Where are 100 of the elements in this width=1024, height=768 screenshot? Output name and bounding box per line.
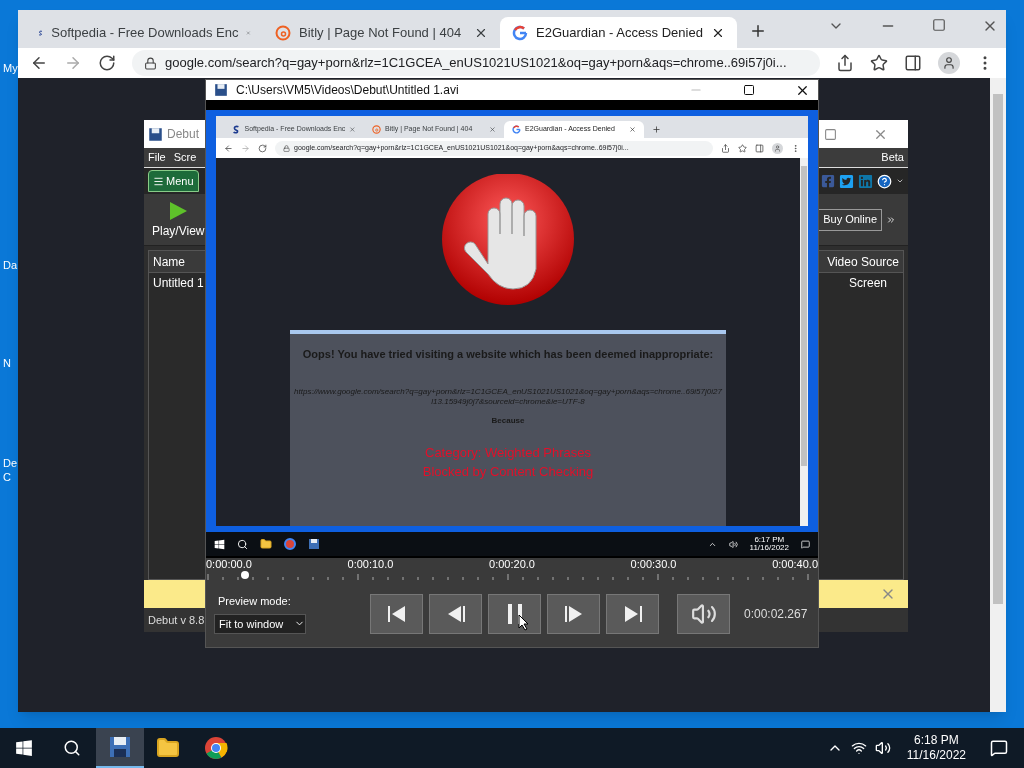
share-icon[interactable] — [721, 143, 730, 153]
playback-button[interactable] — [606, 593, 659, 634]
table-cell-text: Screen — [847, 275, 888, 292]
clock-time: 6:17 PM — [754, 536, 785, 544]
profile-avatar[interactable] — [772, 142, 783, 154]
scrollbar[interactable] — [990, 78, 1006, 712]
bitly-logo-icon — [275, 24, 291, 41]
hamburger-icon — [153, 175, 164, 187]
volume-icon[interactable] — [728, 539, 738, 549]
url-text: google.com/search?q=gay+porn&rlz=1C1GCEA_enUS1021US1021&oq=gay+porn&aqs=chrome..69i57j0i... — [165, 54, 787, 73]
folder-icon[interactable] — [260, 538, 272, 550]
menu-button[interactable]: Menu — [148, 170, 199, 192]
clock-date: 11/16/2022 — [749, 544, 789, 552]
column-header[interactable]: Video Source — [823, 251, 903, 272]
mouse-pointer-icon — [518, 613, 529, 631]
skip-to-start-icon — [386, 604, 407, 623]
because-label: Because — [491, 414, 525, 427]
bitly-logo-icon — [372, 125, 381, 134]
volume-icon[interactable] — [874, 740, 891, 756]
desktop-icon-label[interactable]: Da — [3, 257, 18, 274]
playback-button[interactable] — [370, 593, 423, 634]
desktop-icon-label[interactable]: N — [3, 355, 11, 372]
new-tab-icon[interactable] — [749, 22, 767, 40]
person-icon — [774, 144, 781, 152]
step-forward-icon — [563, 604, 584, 623]
blocked-message: Oops! You have tried visiting a website which has been deemed inappropriate: — [302, 347, 714, 362]
preview-mode-label: Preview mode: — [218, 594, 292, 610]
side-panel-icon[interactable] — [904, 54, 922, 72]
windows-logo-icon — [15, 739, 33, 757]
side-panel-icon[interactable] — [755, 143, 764, 153]
playback-button[interactable] — [429, 593, 482, 634]
twitter-icon[interactable] — [839, 173, 854, 189]
menu-item[interactable]: File — [148, 149, 166, 166]
notification-icon[interactable] — [990, 739, 1008, 757]
desktop-icon-label[interactable]: De — [3, 455, 18, 472]
volume-button[interactable] — [677, 593, 730, 634]
time-label: 0:00:40.0 — [772, 558, 818, 570]
folder-icon — [156, 736, 180, 760]
softpedia-logo-icon — [232, 125, 241, 134]
scrollbar[interactable] — [800, 158, 808, 526]
tab-title: Bitly | Page Not Found | 404 — [299, 23, 463, 42]
table-cell-text: Untitled 1 — [152, 275, 205, 292]
scroll-thumb[interactable] — [993, 94, 1003, 604]
overflow-icon[interactable] — [886, 214, 896, 225]
browser-tab[interactable]: Bitly | Page Not Found | 404 — [263, 17, 500, 48]
time-label: 0:00:10.0 — [347, 558, 394, 570]
time-label: 0:00:30.0 — [630, 558, 677, 570]
scroll-thumb[interactable] — [801, 166, 807, 466]
google-logo-icon — [512, 125, 521, 134]
new-tab-icon[interactable] — [652, 125, 661, 134]
browser-tab[interactable]: E2Guardian - Access Denied — [500, 17, 737, 48]
desktop-icon-label[interactable]: C — [3, 469, 11, 486]
address-bar[interactable]: google.com/search?q=gay+porn&rlz=1C1GCEA_enUS1021US1021&oq=gay+porn&aqs=chrome..69i57j0i... — [132, 50, 820, 76]
block-reason: Category: Weighted Phrases — [425, 443, 591, 462]
playback-button[interactable] — [547, 593, 600, 634]
block-reason: Blocked by Content Checking — [422, 463, 594, 481]
google-logo-icon — [512, 24, 528, 41]
network-icon[interactable] — [850, 740, 867, 756]
back-icon[interactable] — [30, 54, 48, 72]
share-icon[interactable] — [836, 54, 854, 72]
windows-start-icon[interactable] — [214, 538, 225, 550]
person-icon — [942, 56, 956, 70]
maximize-icon[interactable] — [743, 84, 755, 96]
beta-label: Beta — [881, 150, 904, 166]
help-icon[interactable] — [877, 173, 892, 189]
window-title: Debut — [167, 126, 200, 143]
profile-avatar[interactable] — [938, 52, 960, 74]
browser-tab[interactable]: Softpedia - Free Downloads Enc — [26, 17, 263, 48]
bookmark-star-icon[interactable] — [870, 54, 888, 72]
back-icon[interactable] — [224, 143, 233, 153]
time-label: 0:00:00.0 — [206, 558, 252, 570]
clock-time[interactable]: 6:18 PM — [914, 733, 959, 748]
tab-title: E2Guardian - Access Denied — [536, 23, 703, 42]
tab-title: Softpedia - Free Downloads Enc — [51, 23, 239, 42]
timeline-thumb[interactable] — [240, 571, 249, 579]
skip-to-end-icon — [622, 604, 643, 623]
taskbar-app[interactable] — [96, 728, 144, 768]
caret-icon[interactable] — [896, 177, 904, 185]
clock-date[interactable]: 11/16/2022 — [906, 748, 966, 763]
preview-mode-select[interactable]: Fit to window — [214, 613, 306, 634]
lock-icon — [144, 56, 157, 70]
blocked-url: https://www.google.com/search?q=gay+porn&rlz=1C1GCEA_enUS1021US1021&oq=gay+porn&aqs=chrome..69i57j0i27l13.15949j0j7&sourceid=chrome&ie=UTF-8 — [294, 386, 722, 407]
column-header[interactable]: Name — [149, 251, 189, 272]
notification-icon[interactable] — [801, 539, 810, 549]
playback-button[interactable] — [488, 593, 541, 634]
timeline[interactable]: 0:00:00.0 0:00:10.0 0:00:20.0 0:00:30.0 0:00:40.0 — [206, 558, 818, 580]
bookmark-star-icon[interactable] — [738, 143, 747, 153]
reload-icon[interactable] — [98, 54, 116, 72]
menu-item[interactable]: Scre — [173, 149, 197, 166]
lock-icon — [283, 144, 290, 152]
menu-icon[interactable] — [791, 143, 800, 153]
search-icon[interactable] — [237, 538, 248, 550]
play-view-button[interactable]: Play/View — [152, 199, 205, 240]
chrome-logo-icon — [204, 736, 228, 760]
chrome-logo-icon[interactable] — [284, 538, 296, 550]
time-label: 0:00:20.0 — [489, 558, 535, 570]
search-icon — [63, 739, 81, 757]
desktop-icon-label[interactable]: My — [3, 60, 18, 77]
reload-icon[interactable] — [258, 143, 267, 153]
version-label: Debut v 8.8 — [148, 612, 205, 628]
